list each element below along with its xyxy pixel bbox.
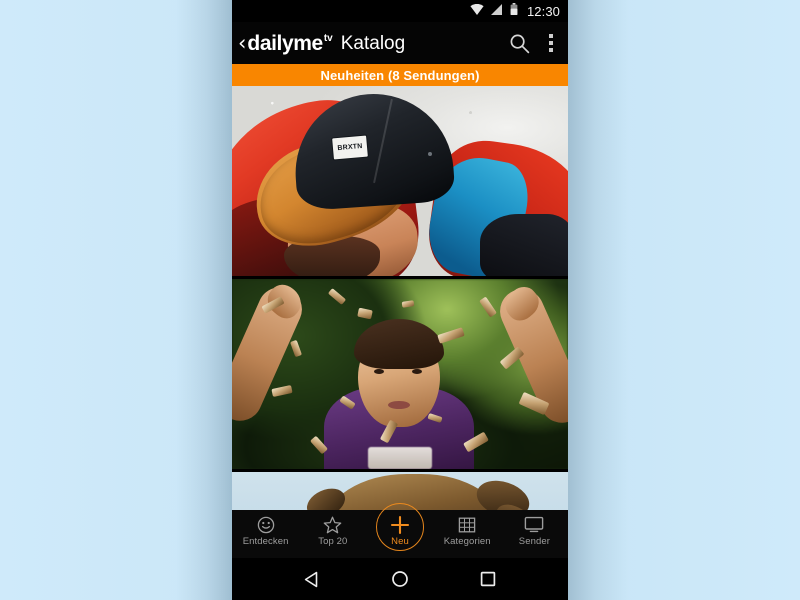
status-bar-clock: 12:30 — [526, 3, 560, 19]
brand-name: dailyme — [247, 31, 323, 55]
page-title: Katalog — [340, 32, 406, 54]
search-icon[interactable] — [509, 33, 530, 54]
grid-icon — [458, 515, 476, 534]
overflow-menu-icon[interactable] — [544, 30, 558, 56]
mouth — [388, 401, 410, 409]
device-shadow-right — [568, 0, 628, 600]
eye-left — [374, 369, 384, 374]
smiley-icon — [257, 515, 275, 534]
plus-icon — [390, 515, 410, 534]
tab-kategorien[interactable]: Kategorien — [434, 515, 501, 547]
card-artwork — [232, 279, 568, 469]
bottom-tab-bar: Entdecken Top 20 Neu Kategorien Sender — [232, 503, 568, 558]
catalog-feed[interactable]: BRXTN — [232, 86, 568, 510]
android-navigation-bar — [232, 558, 568, 600]
tab-label: Sender — [518, 536, 551, 547]
eye-right — [412, 369, 422, 374]
shirt-print — [368, 447, 432, 469]
tab-sender[interactable]: Sender — [501, 515, 568, 547]
monitor-icon — [524, 515, 544, 534]
brand-superscript: tv — [323, 32, 333, 44]
battery-icon — [510, 2, 518, 20]
feed-card-forest[interactable] — [232, 279, 568, 469]
app-bar: ‹ dailyme tv Katalog — [232, 22, 568, 64]
cap-button — [428, 152, 432, 156]
feed-card-hair-sky[interactable] — [232, 472, 568, 510]
status-bar: 12:30 — [232, 0, 568, 22]
tab-entdecken[interactable]: Entdecken — [232, 515, 299, 547]
tab-top-20[interactable]: Top 20 — [299, 515, 366, 547]
section-banner[interactable]: Neuheiten (8 Sendungen) — [232, 64, 568, 86]
feed-card-snowboarder[interactable]: BRXTN — [232, 86, 568, 276]
phone-screen: 12:30 ‹ dailyme tv Katalog Neuheiten (8 … — [232, 0, 568, 600]
wifi-icon — [470, 2, 484, 20]
device-shadow-left — [176, 0, 232, 600]
overflow-dot — [549, 48, 553, 52]
tab-label: Entdecken — [242, 536, 289, 547]
card-artwork: BRXTN — [232, 86, 568, 276]
cap-brand-label: BRXTN — [331, 134, 369, 161]
tab-label: Top 20 — [318, 536, 348, 547]
jacket-navy-panel — [480, 214, 568, 276]
dailyme-logo: dailyme tv — [247, 33, 332, 54]
hair-wisp — [302, 482, 350, 510]
overflow-dot — [549, 41, 553, 45]
star-icon — [323, 515, 342, 534]
tab-label: Kategorien — [443, 536, 491, 547]
back-chevron-icon[interactable]: ‹ — [238, 32, 246, 54]
cap-brand-text: BRXTN — [337, 142, 363, 153]
circle-home-icon[interactable] — [377, 563, 423, 595]
tab-neu[interactable]: Neu — [366, 503, 433, 551]
triangle-back-icon[interactable] — [289, 563, 335, 595]
overflow-dot — [549, 34, 553, 38]
card-artwork — [232, 472, 568, 510]
tab-label: Neu — [391, 536, 409, 547]
signal-icon — [490, 2, 503, 20]
square-recents-icon[interactable] — [465, 563, 511, 595]
